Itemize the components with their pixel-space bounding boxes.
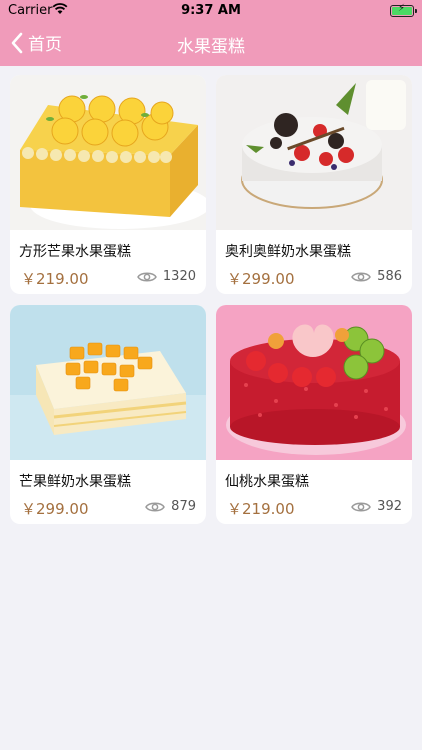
view-count-value: 1320	[162, 269, 196, 284]
product-card[interactable]: 奥利奥鲜奶水果蛋糕 ￥299.00 586	[216, 75, 412, 294]
product-name: 奥利奥鲜奶水果蛋糕	[225, 244, 351, 260]
view-count: 1320	[137, 269, 196, 284]
battery-icon: ⚡	[390, 3, 417, 17]
product-image-mango-cream-cake	[10, 305, 206, 460]
product-card[interactable]: 方形芒果水果蛋糕 ￥219.00 1320	[10, 75, 206, 294]
product-name: 方形芒果水果蛋糕	[19, 244, 131, 260]
view-count-value: 879	[171, 499, 196, 514]
eye-icon	[351, 502, 372, 511]
product-card[interactable]: 仙桃水果蛋糕 ￥219.00 392	[216, 305, 412, 524]
product-name: 芒果鲜奶水果蛋糕	[19, 474, 131, 490]
view-count: 392	[351, 499, 402, 514]
product-image-mango-square-cake	[10, 75, 206, 230]
product-price: ￥219.00	[227, 500, 295, 518]
product-price: ￥299.00	[227, 270, 295, 288]
product-name: 仙桃水果蛋糕	[225, 474, 309, 490]
eye-icon	[137, 272, 157, 281]
product-image-oreo-cake	[216, 75, 412, 230]
product-image-peach-cake	[216, 305, 412, 460]
status-bar: Carrier 9:37 AM ⚡	[0, 0, 422, 22]
clock: 9:37 AM	[181, 3, 241, 18]
view-count-value: 392	[377, 499, 402, 514]
navigation-bar: 首页 水果蛋糕	[0, 22, 422, 66]
view-count: 879	[145, 499, 196, 514]
product-price: ￥219.00	[21, 270, 89, 288]
page-title: 水果蛋糕	[177, 37, 245, 57]
eye-icon	[351, 272, 372, 281]
top-header: Carrier 9:37 AM ⚡ 首页 水果蛋糕	[0, 0, 422, 66]
product-card[interactable]: 芒果鲜奶水果蛋糕 ￥299.00 879	[10, 305, 206, 524]
view-count: 586	[351, 269, 402, 284]
view-count-value: 586	[377, 269, 402, 284]
product-price: ￥299.00	[21, 500, 89, 518]
eye-icon	[145, 502, 166, 511]
